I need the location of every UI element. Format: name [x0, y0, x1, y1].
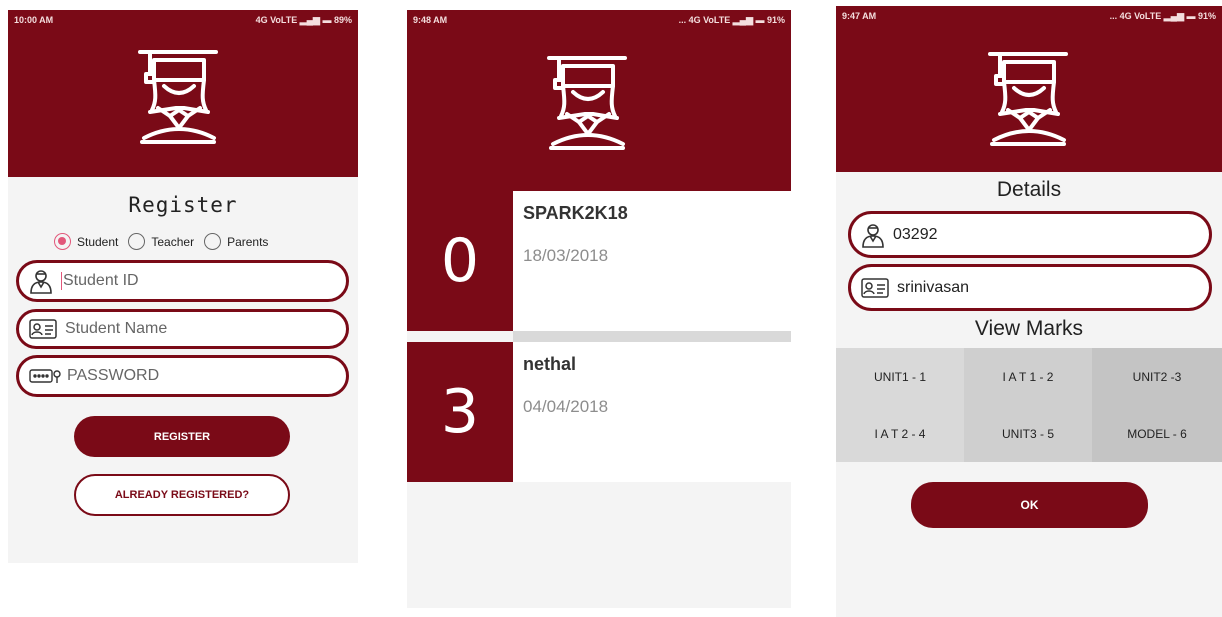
student-name-display[interactable]: srinivasan: [848, 264, 1212, 311]
graduate-logo-icon: [547, 56, 627, 150]
student-id-display[interactable]: 03292: [848, 211, 1212, 258]
radio-checked-icon: [54, 233, 71, 250]
event-date: 04/04/2018: [523, 397, 609, 416]
radio-unchecked-icon: [204, 233, 222, 250]
app-header: 9:47 AM ... 4G VoLTE ▂▄▆ ▬ 91%: [836, 6, 1222, 172]
marks-unit2-button[interactable]: UNIT2 -3: [1092, 348, 1222, 405]
already-registered-button[interactable]: ALREADY REGISTERED?: [74, 474, 290, 516]
ok-button[interactable]: OK: [911, 482, 1148, 528]
role-parents-radio[interactable]: Parents: [204, 233, 268, 250]
event-number: 3: [407, 342, 513, 482]
event-number: 0: [407, 191, 513, 331]
status-indicators: ... 4G VoLTE ▂▄▆ ▬ 91%: [678, 15, 785, 25]
student-name-field[interactable]: Student Name: [16, 309, 349, 349]
role-radio-group: Student Teacher Parents: [54, 233, 278, 250]
student-id-field[interactable]: Student ID: [16, 260, 349, 302]
status-indicators: 4G VoLTE ▂▄▆ ▬ 89%: [255, 15, 352, 25]
password-icon: [29, 368, 63, 384]
event-card[interactable]: 0 SPARK2K18 18/03/2018: [407, 191, 791, 331]
event-date: 18/03/2018: [523, 246, 609, 265]
marks-model-button[interactable]: MODEL - 6: [1092, 405, 1222, 462]
status-bar: 9:47 AM ... 4G VoLTE ▂▄▆ ▬ 91%: [836, 6, 1222, 26]
marks-unit1-button[interactable]: UNIT1 - 1: [836, 348, 964, 405]
student-name-value: srinivasan: [897, 278, 970, 296]
status-time: 9:48 AM: [413, 15, 448, 25]
details-screen: 9:47 AM ... 4G VoLTE ▂▄▆ ▬ 91% Details 0…: [836, 6, 1222, 617]
user-icon: [861, 222, 885, 248]
marks-unit3-button[interactable]: UNIT3 - 5: [964, 405, 1092, 462]
role-student-label: Student: [77, 234, 119, 249]
marks-iat1-button[interactable]: I A T 1 - 2: [964, 348, 1092, 405]
event-name: nethal: [523, 354, 577, 374]
user-icon: [29, 268, 53, 294]
status-bar: 10:00 AM 4G VoLTE ▂▄▆ ▬ 89%: [8, 10, 358, 30]
radio-unchecked-icon: [128, 233, 146, 250]
text-cursor: [61, 271, 62, 290]
role-parents-label: Parents: [227, 234, 269, 249]
role-teacher-radio[interactable]: Teacher: [128, 233, 194, 250]
status-time: 10:00 AM: [14, 15, 54, 25]
marks-grid: UNIT1 - 1 I A T 1 - 2 UNIT2 -3 I A T 2 -…: [836, 348, 1222, 462]
app-header: 9:48 AM ... 4G VoLTE ▂▄▆ ▬ 91%: [407, 10, 791, 191]
register-title: Register: [128, 193, 238, 217]
id-card-icon: [29, 319, 57, 339]
card-divider: [513, 331, 791, 342]
events-screen: 9:48 AM ... 4G VoLTE ▂▄▆ ▬ 91% 0 SPARK2K…: [407, 10, 791, 608]
status-indicators: ... 4G VoLTE ▂▄▆ ▬ 91%: [1109, 11, 1216, 21]
student-name-placeholder: Student Name: [65, 320, 168, 337]
app-header: 10:00 AM 4G VoLTE ▂▄▆ ▬ 89%: [8, 10, 358, 177]
register-button[interactable]: REGISTER: [74, 416, 290, 457]
role-student-radio[interactable]: Student: [54, 233, 118, 250]
password-field[interactable]: PASSWORD: [16, 355, 349, 397]
marks-iat2-button[interactable]: I A T 2 - 4: [836, 405, 964, 462]
register-screen: 10:00 AM 4G VoLTE ▂▄▆ ▬ 89% Register Stu…: [8, 10, 358, 563]
status-bar: 9:48 AM ... 4G VoLTE ▂▄▆ ▬ 91%: [407, 10, 791, 30]
graduate-logo-icon: [138, 50, 218, 144]
student-id-placeholder: Student ID: [63, 272, 139, 290]
id-card-icon: [861, 277, 889, 298]
student-id-value: 03292: [893, 225, 938, 243]
event-name: SPARK2K18: [523, 203, 628, 223]
view-marks-title: View Marks: [974, 317, 1084, 340]
status-time: 9:47 AM: [842, 11, 877, 21]
details-title: Details: [996, 178, 1062, 201]
graduate-logo-icon: [988, 52, 1068, 146]
password-placeholder: PASSWORD: [67, 367, 160, 384]
event-card[interactable]: 3 nethal 04/04/2018: [407, 342, 791, 482]
role-teacher-label: Teacher: [151, 234, 195, 249]
